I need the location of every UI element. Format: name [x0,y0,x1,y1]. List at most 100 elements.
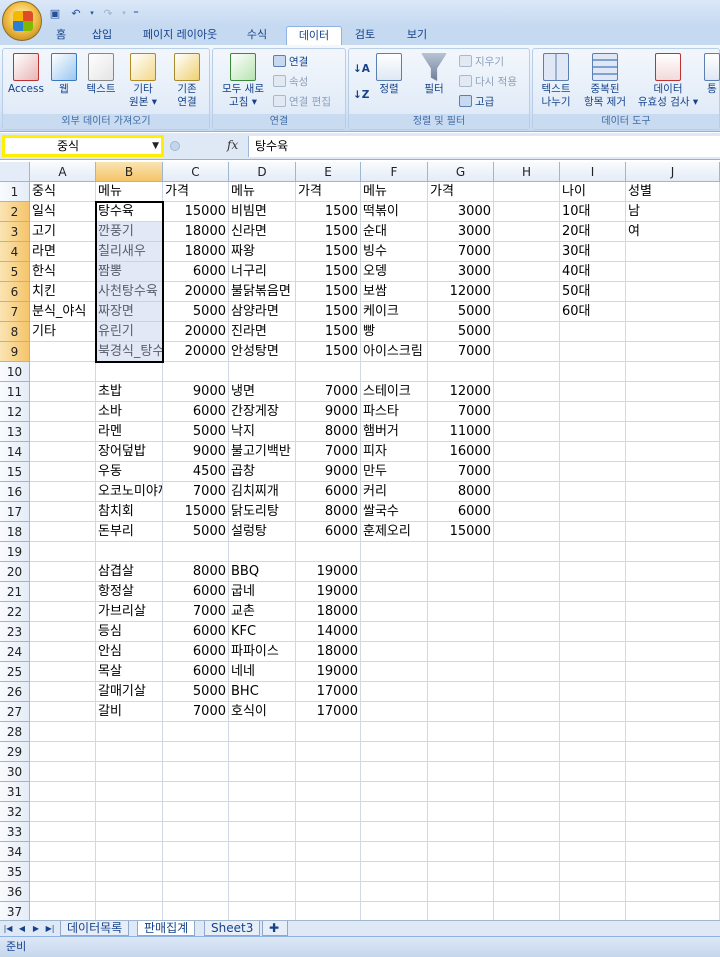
cell-f35[interactable] [361,862,428,882]
cell-f5[interactable]: 오뎅 [361,262,428,282]
tab-data[interactable]: 데이터 [286,26,342,45]
row-header-18[interactable]: 18 [0,522,30,542]
cell-h3[interactable] [494,222,560,242]
cell-j30[interactable] [626,762,720,782]
cell-e17[interactable]: 8000 [296,502,361,522]
clear-filter-button[interactable]: 지우기 [459,54,504,70]
sheet-tab-sales-summary[interactable]: 판매집계 [137,921,196,936]
cell-f31[interactable] [361,782,428,802]
cell-d36[interactable] [229,882,296,902]
cell-e34[interactable] [296,842,361,862]
column-header-h[interactable]: H [494,162,560,182]
cell-i2[interactable]: 10대 [560,202,626,222]
cell-i37[interactable] [560,902,626,920]
cell-b24[interactable]: 안심 [96,642,163,662]
cell-j33[interactable] [626,822,720,842]
cell-e18[interactable]: 6000 [296,522,361,542]
column-header-a[interactable]: A [30,162,96,182]
cell-b22[interactable]: 가브리살 [96,602,163,622]
consolidate-button[interactable]: 통 [703,53,720,96]
cell-i34[interactable] [560,842,626,862]
cell-i21[interactable] [560,582,626,602]
cell-c11[interactable]: 9000 [163,382,229,402]
cell-f23[interactable] [361,622,428,642]
cell-f13[interactable]: 햄버거 [361,422,428,442]
row-header-11[interactable]: 11 [0,382,30,402]
cell-h20[interactable] [494,562,560,582]
cell-a6[interactable]: 치킨 [30,282,96,302]
worksheet-grid[interactable]: A B C D E F G H I J 1 중식 메뉴 가격 메뉴 가격 메뉴 가격 나이 성별 2 일식 탕수육 15000… [0,162,720,920]
cell-e11[interactable]: 7000 [296,382,361,402]
cell-f36[interactable] [361,882,428,902]
cell-h7[interactable] [494,302,560,322]
cell-h26[interactable] [494,682,560,702]
cell-h11[interactable] [494,382,560,402]
cell-f34[interactable] [361,842,428,862]
cell-g12[interactable]: 7000 [428,402,494,422]
cell-c27[interactable]: 7000 [163,702,229,722]
cell-h31[interactable] [494,782,560,802]
cell-j13[interactable] [626,422,720,442]
cell-d33[interactable] [229,822,296,842]
cell-e28[interactable] [296,722,361,742]
cell-a31[interactable] [30,782,96,802]
cell-j27[interactable] [626,702,720,722]
cell-j28[interactable] [626,722,720,742]
cell-i24[interactable] [560,642,626,662]
cell-g1[interactable]: 가격 [428,182,494,202]
cell-h12[interactable] [494,402,560,422]
cell-e30[interactable] [296,762,361,782]
cell-a15[interactable] [30,462,96,482]
cell-j12[interactable] [626,402,720,422]
cell-j15[interactable] [626,462,720,482]
cell-a18[interactable] [30,522,96,542]
cell-i17[interactable] [560,502,626,522]
row-header-33[interactable]: 33 [0,822,30,842]
cell-a30[interactable] [30,762,96,782]
cell-a19[interactable] [30,542,96,562]
row-header-12[interactable]: 12 [0,402,30,422]
row-header-3[interactable]: 3 [0,222,30,242]
cell-i1[interactable]: 나이 [560,182,626,202]
cell-a9[interactable] [30,342,96,362]
cell-h2[interactable] [494,202,560,222]
cell-c36[interactable] [163,882,229,902]
row-header-4[interactable]: 4 [0,242,30,262]
cell-g6[interactable]: 12000 [428,282,494,302]
cell-b13[interactable]: 라멘 [96,422,163,442]
cell-a29[interactable] [30,742,96,762]
row-header-25[interactable]: 25 [0,662,30,682]
cell-g34[interactable] [428,842,494,862]
undo-dropdown-icon[interactable]: ▾ [88,5,96,22]
cell-g11[interactable]: 12000 [428,382,494,402]
cell-d23[interactable]: KFC [229,622,296,642]
cell-j34[interactable] [626,842,720,862]
cell-g32[interactable] [428,802,494,822]
row-header-29[interactable]: 29 [0,742,30,762]
cell-c29[interactable] [163,742,229,762]
cell-f3[interactable]: 순대 [361,222,428,242]
cell-h29[interactable] [494,742,560,762]
cell-j3[interactable]: 여 [626,222,720,242]
cell-b10[interactable] [96,362,163,382]
cell-a21[interactable] [30,582,96,602]
cell-d19[interactable] [229,542,296,562]
cell-e33[interactable] [296,822,361,842]
cell-c4[interactable]: 18000 [163,242,229,262]
cell-h34[interactable] [494,842,560,862]
cell-c34[interactable] [163,842,229,862]
cell-j4[interactable] [626,242,720,262]
cell-h8[interactable] [494,322,560,342]
cell-f30[interactable] [361,762,428,782]
cell-f27[interactable] [361,702,428,722]
cell-e26[interactable]: 17000 [296,682,361,702]
row-header-2[interactable]: 2 [0,202,30,222]
name-box[interactable]: 중식 ▼ [2,135,164,157]
cell-d12[interactable]: 간장게장 [229,402,296,422]
cell-e32[interactable] [296,802,361,822]
cell-b35[interactable] [96,862,163,882]
cell-a3[interactable]: 고기 [30,222,96,242]
cell-a26[interactable] [30,682,96,702]
cell-h15[interactable] [494,462,560,482]
cell-f28[interactable] [361,722,428,742]
